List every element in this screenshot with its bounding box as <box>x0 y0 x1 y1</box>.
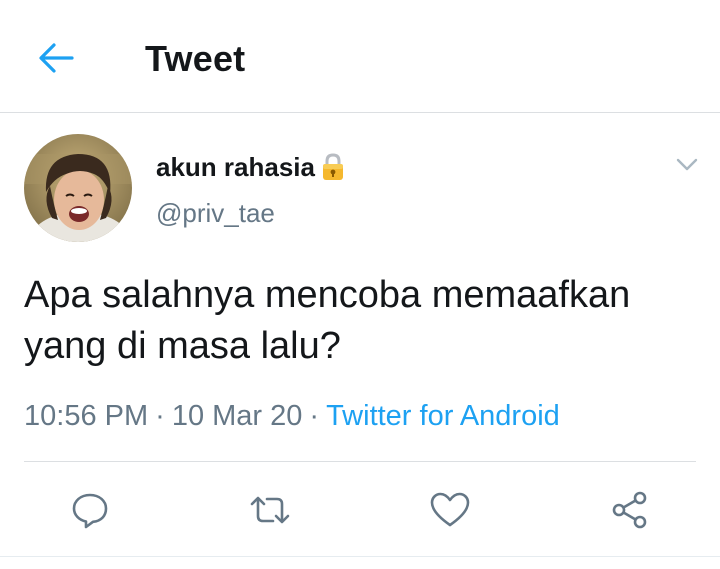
tweet-options-button[interactable] <box>670 150 704 180</box>
divider <box>0 556 720 557</box>
retweet-icon <box>250 496 290 524</box>
tweet-time: 10:56 PM <box>24 400 149 432</box>
page-title: Tweet <box>145 38 246 79</box>
share-button[interactable] <box>608 488 652 532</box>
avatar-photo <box>24 134 132 242</box>
avatar[interactable] <box>24 134 132 242</box>
share-icon <box>612 491 647 529</box>
display-name: akun rahasia <box>156 152 315 182</box>
meta-separator: · <box>309 400 320 432</box>
arrow-left-icon <box>39 43 74 73</box>
retweet-button[interactable] <box>248 488 292 532</box>
chevron-down-icon <box>676 158 698 171</box>
author-name-row[interactable]: akun rahasia <box>156 150 345 184</box>
heart-icon <box>430 492 470 527</box>
reply-button[interactable] <box>68 488 112 532</box>
tweet-date[interactable]: 10 Mar 20 <box>172 400 303 432</box>
tweet-source-link[interactable]: Twitter for Android <box>326 400 560 432</box>
tweet-actions <box>0 480 720 540</box>
reply-bubble-icon <box>72 493 108 529</box>
meta-separator: · <box>155 400 165 432</box>
lock-emoji-icon <box>321 152 345 182</box>
like-button[interactable] <box>428 488 472 532</box>
tweet-meta: 10:56 PM · 10 Mar 20 · Twitter for Android <box>24 398 560 434</box>
tweet-text: Apa salahnya mencoba memaafkan yang di m… <box>24 274 631 367</box>
app-header: Tweet <box>0 0 720 113</box>
back-button[interactable] <box>34 38 78 78</box>
divider <box>24 461 696 462</box>
author-handle: @priv_tae <box>156 198 275 228</box>
